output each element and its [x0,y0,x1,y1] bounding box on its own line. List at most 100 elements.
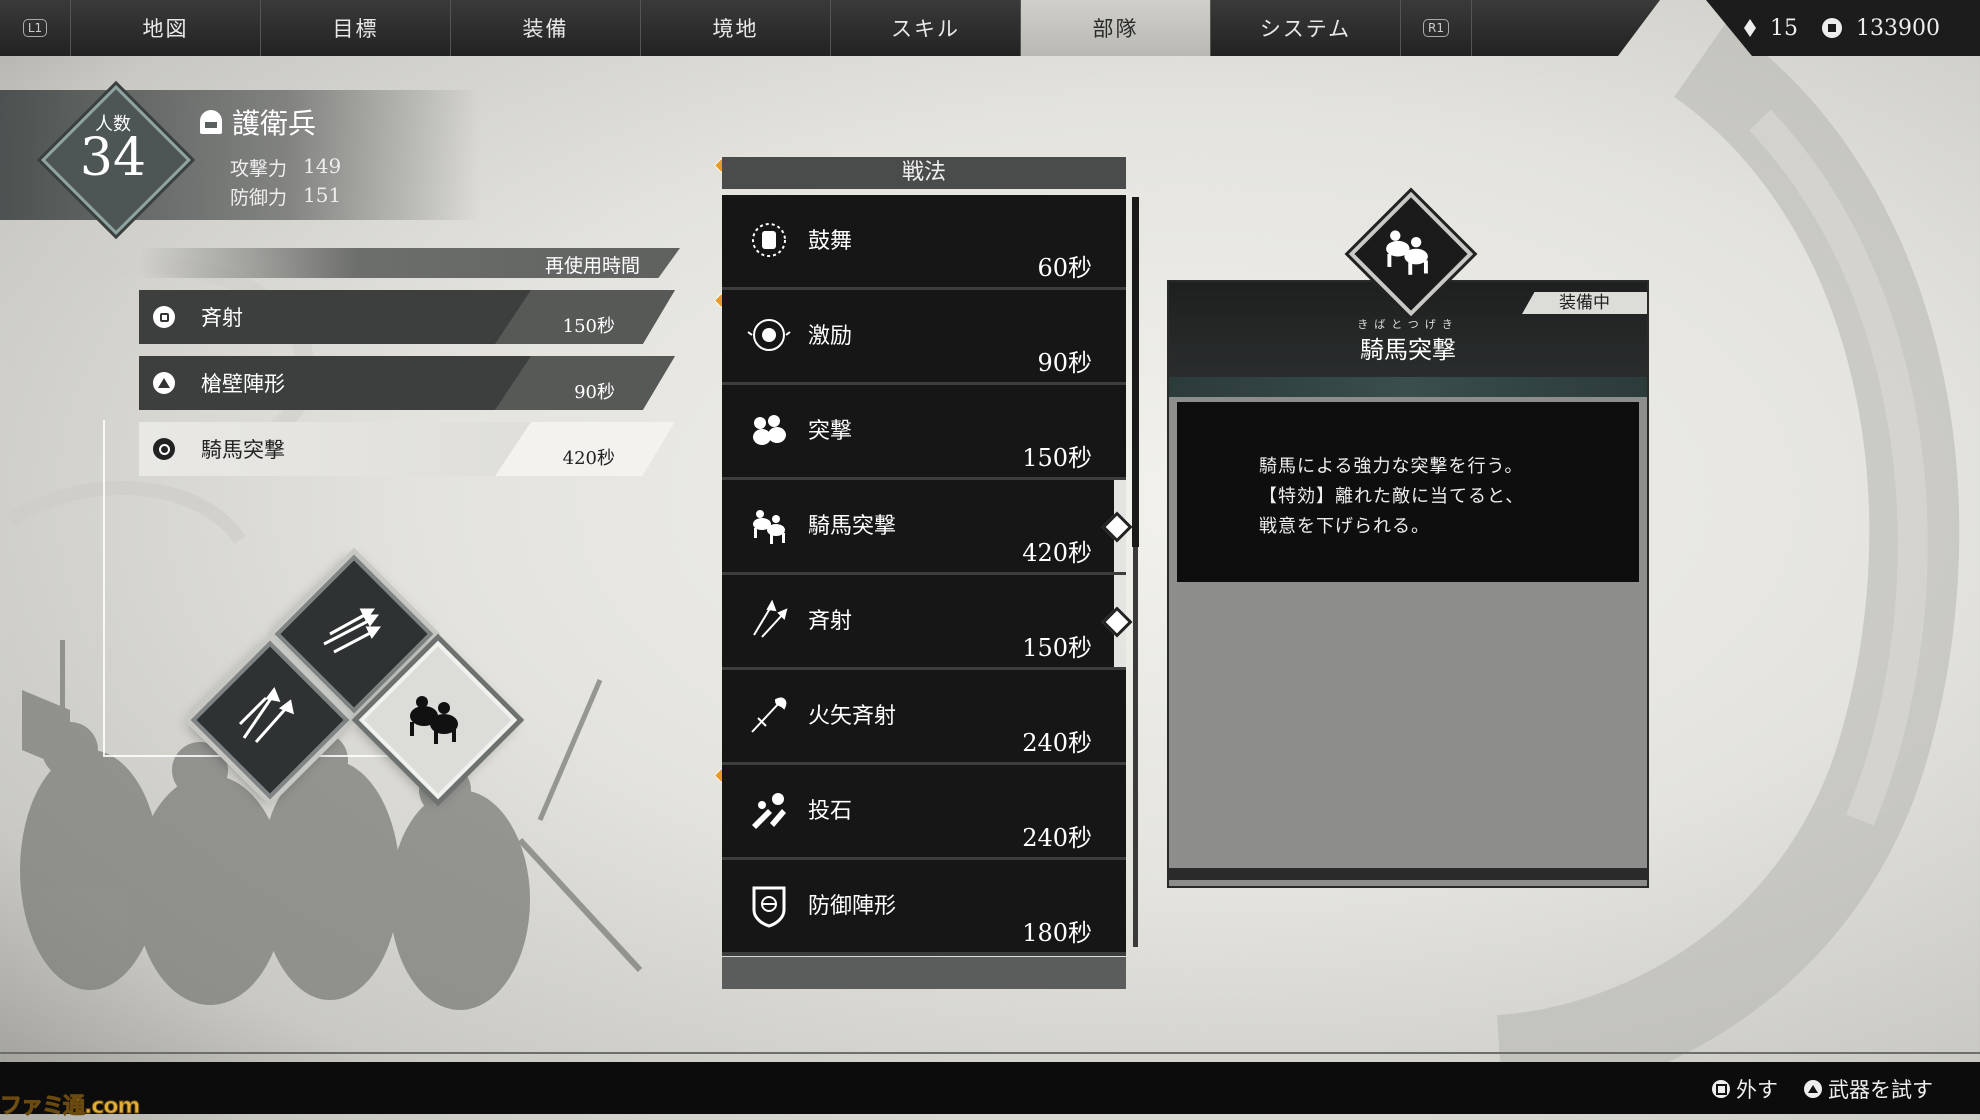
cavalry-icon [410,696,458,744]
circle-button-icon [153,438,175,460]
triangle-button-icon [153,372,175,394]
tactic-name: 斉射 [808,609,853,634]
square-button-icon [153,306,175,328]
square-button-icon [1712,1080,1730,1098]
tactic-cooldown: 60秒 [1037,254,1092,282]
tactics-header: 戦法 [722,157,1126,189]
l1-button-hint[interactable]: L1 [0,0,71,56]
tactic-name: 騎馬突撃 [808,514,897,539]
shield-icon [752,886,786,928]
equipped-slot-square[interactable]: 斉射 150秒 [139,290,675,344]
arrows-icon [238,686,295,743]
top-navigation: L1 地図 目標 装備 境地 スキル 部隊 システム R1 15 133900 [0,0,1980,56]
tab-realm[interactable]: 境地 [641,0,831,56]
equipped-diamond-icon [1101,511,1133,543]
tactic-row-0[interactable]: 鼓舞 60秒 [722,195,1126,291]
tactic-row-3[interactable]: 騎馬突撃 420秒 [722,480,1133,576]
hint-try-weapon-label: 武器を試す [1828,1078,1933,1102]
description-line: 戦意を下げられる。 [1259,516,1430,537]
defense-label: 防御力 [230,187,288,209]
slot-cooldown: 150秒 [562,316,615,337]
unit-name-text: 護衛兵 [232,107,317,140]
tactic-name: 鼓舞 [808,229,853,254]
cavalry-icon [1386,230,1428,275]
spear-volley-icon [323,608,381,654]
troop-count-value: 34 [79,128,147,188]
equipped-slot-circle[interactable]: 騎馬突撃 420秒 [139,422,675,476]
tab-troops[interactable]: 部隊 [1021,0,1211,56]
gem-count: 15 [1770,15,1798,41]
tab-equipment[interactable]: 装備 [451,0,641,56]
charge-icon [753,415,786,445]
equipped-tag: 装備中 [1522,292,1647,314]
tactic-name: 投石 [808,799,853,824]
troop-count-badge: 人数 34 [41,85,191,235]
attack-stat: 攻撃力 149 [230,154,341,181]
tab-skills[interactable]: スキル [831,0,1021,56]
slot-name: 槍壁陣形 [201,372,285,396]
tactic-cooldown: 240秒 [1022,729,1092,757]
tactic-name: 突撃 [808,419,853,444]
rally-icon [747,319,791,351]
gem-icon [1744,19,1756,37]
tactic-cooldown: 240秒 [1022,824,1092,852]
defense-stat: 防御力 151 [230,183,341,210]
hint-unequip-label: 外す [1736,1078,1778,1102]
tactic-detail-panel: 装備中 きばとつげき 騎馬突撃 騎馬による強力な突撃を行う。 【特効】離れた敵に… [1167,280,1649,888]
tactic-name: 激励 [808,324,853,349]
tab-system[interactable]: システム [1211,0,1401,56]
currency-display: 15 133900 [1706,0,1980,56]
slot-cooldown: 90秒 [574,382,615,403]
hint-unequip[interactable]: 外す [1712,1074,1778,1104]
money-count: 133900 [1856,15,1940,41]
hint-try-weapon[interactable]: 武器を試す [1804,1074,1933,1104]
stone-throw-icon [752,793,786,829]
arrows-icon [753,599,788,638]
tactic-name: 防御陣形 [808,894,897,919]
description-line: 騎馬による強力な突撃を行う。 [1259,456,1524,477]
tab-objectives[interactable]: 目標 [261,0,451,56]
tactic-cooldown: 420秒 [1022,539,1092,567]
r1-badge: R1 [1423,19,1449,37]
cavalry-icon [753,510,785,544]
tactic-row-5[interactable]: 火矢斉射 240秒 [722,670,1126,766]
triangle-button-icon [1804,1080,1822,1098]
tactic-cooldown: 90秒 [1037,349,1092,377]
slot-cooldown: 420秒 [562,448,615,469]
bottom-hint-bar [0,1062,1980,1114]
slot-name: 斉射 [201,306,243,330]
tab-map[interactable]: 地図 [71,0,261,56]
menu-tab-bar: L1 地図 目標 装備 境地 スキル 部隊 システム R1 [0,0,1660,56]
equipped-slot-triangle[interactable]: 槍壁陣形 90秒 [139,356,675,410]
helmet-icon [200,110,222,134]
fist-icon [752,223,786,257]
detail-title: 騎馬突撃 [1360,336,1456,364]
tactic-name: 火矢斉射 [808,704,897,729]
coin-icon [1822,18,1842,38]
tactics-scrollbar-thumb[interactable] [1132,197,1139,547]
tactics-list-footer [722,957,1126,989]
tactic-cooldown: 180秒 [1022,919,1092,947]
tactic-row-6[interactable]: 投石 240秒 [722,765,1126,861]
defense-value: 151 [303,183,342,207]
cooldown-header: 再使用時間 [140,248,680,278]
tactic-row-4[interactable]: 斉射 150秒 [722,575,1133,671]
site-watermark: ファミ通.com [0,1094,141,1120]
tactic-row-7[interactable]: 防御陣形 180秒 [722,860,1126,956]
detail-accent-band [1169,377,1647,397]
equipped-diamond-icon [1101,606,1133,638]
attack-value: 149 [303,154,342,178]
slot-name: 騎馬突撃 [201,438,285,462]
fire-arrow-icon [751,697,787,733]
tactic-cooldown: 150秒 [1022,634,1092,662]
description-line: 【特効】離れた敵に当てると、 [1259,486,1525,507]
tactic-row-1[interactable]: 激励 90秒 [722,290,1126,386]
detail-description-box: 騎馬による強力な突撃を行う。 【特効】離れた敵に当てると、 戦意を下げられる。 [1177,402,1639,582]
unit-name: 護衛兵 [200,102,316,142]
l1-badge: L1 [22,19,48,37]
detail-bottom-bar [1169,868,1647,880]
r1-button-hint[interactable]: R1 [1401,0,1472,56]
tactic-row-2[interactable]: 突撃 150秒 [722,385,1126,481]
attack-label: 攻撃力 [230,158,288,180]
tactic-cooldown: 150秒 [1022,444,1092,472]
